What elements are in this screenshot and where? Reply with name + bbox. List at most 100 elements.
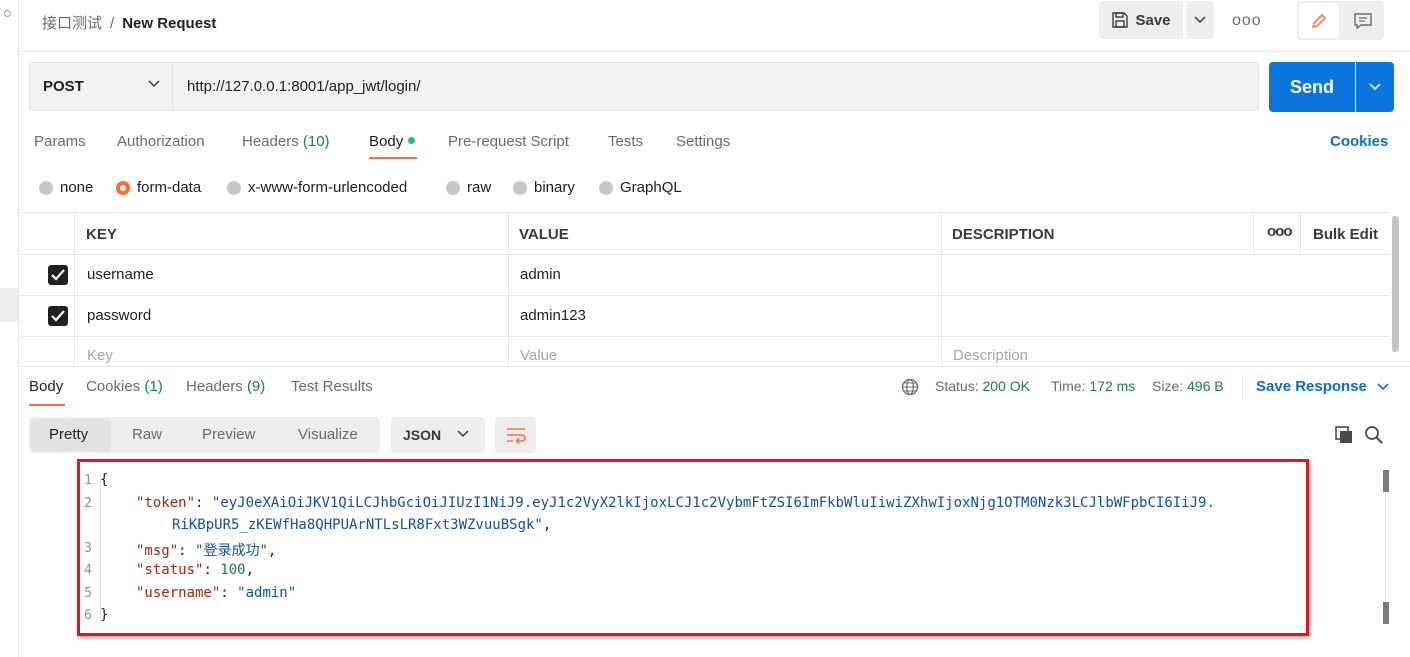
radio-form-data[interactable]: form-data <box>116 179 201 196</box>
radio-binary[interactable]: binary <box>513 179 575 196</box>
save-response-button[interactable]: Save Response <box>1256 378 1389 395</box>
time-value: 172 ms <box>1089 378 1136 394</box>
size-value: 496 B <box>1187 378 1224 394</box>
chevron-down-icon <box>1369 83 1381 91</box>
breadcrumb-collection[interactable]: 接口测试 <box>42 15 102 32</box>
bulk-edit-button[interactable]: Bulk Edit <box>1313 226 1378 243</box>
new-key-input[interactable]: Key <box>87 347 113 364</box>
radio-graphql[interactable]: GraphQL <box>599 179 682 196</box>
format-label: JSON <box>403 427 442 443</box>
table-more-button[interactable]: ooo <box>1267 223 1292 240</box>
response-tab-cookies-count: (1) <box>144 378 163 395</box>
new-description-input[interactable]: Description <box>953 347 1028 364</box>
cookies-link[interactable]: Cookies <box>1330 133 1388 150</box>
response-size[interactable]: Size: 496 B <box>1152 378 1224 394</box>
collapse-icon[interactable] <box>4 10 11 17</box>
status-divider <box>1242 375 1243 399</box>
view-raw-button[interactable]: Raw <box>132 426 162 443</box>
radio-circle <box>227 180 241 195</box>
params-scrollbar[interactable] <box>1392 216 1399 352</box>
save-dropdown-button[interactable] <box>1186 1 1214 39</box>
chevron-down-icon <box>457 430 469 438</box>
tab-authorization[interactable]: Authorization <box>117 133 205 150</box>
pencil-icon <box>1311 13 1327 28</box>
send-button[interactable]: Send <box>1269 62 1355 112</box>
tab-settings[interactable]: Settings <box>676 133 730 150</box>
response-tab-test-results[interactable]: Test Results <box>291 378 373 395</box>
row-divider <box>18 254 1390 255</box>
response-tab-headers-count: (9) <box>246 378 266 395</box>
status-label: Status: <box>935 378 979 394</box>
response-tab-cookies[interactable]: Cookies (1) <box>86 378 163 395</box>
response-tab-cookies-label: Cookies <box>86 378 141 395</box>
param-value[interactable]: admin123 <box>520 307 586 324</box>
send-dropdown-button[interactable] <box>1356 62 1394 112</box>
scrollbar-thumb-top <box>1383 470 1389 492</box>
tab-tests[interactable]: Tests <box>608 133 643 150</box>
highlight-annotation-box <box>77 459 1309 636</box>
tab-params[interactable]: Params <box>34 133 86 150</box>
method-label: POST <box>43 78 84 95</box>
save-button[interactable]: Save <box>1099 1 1183 39</box>
column-divider <box>508 213 509 366</box>
breadcrumb: 接口测试 / New Request <box>42 12 216 33</box>
url-input[interactable]: http://127.0.0.1:8001/app_jwt/login/ <box>173 62 1259 111</box>
sidebar-selected-item[interactable] <box>0 288 18 322</box>
radio-circle-selected <box>116 180 130 195</box>
response-tab-body[interactable]: Body <box>29 378 63 395</box>
chevron-down-icon <box>1377 383 1389 391</box>
param-key[interactable]: username <box>87 266 154 283</box>
wrap-lines-button[interactable] <box>495 417 536 453</box>
save-response-label: Save Response <box>1256 378 1367 395</box>
row-checkbox[interactable] <box>48 306 68 326</box>
active-tab-underline <box>29 404 65 406</box>
radio-none[interactable]: none <box>39 179 93 196</box>
view-pretty-button[interactable]: Pretty <box>49 426 88 443</box>
response-time[interactable]: Time: 172 ms <box>1051 378 1135 394</box>
globe-icon[interactable] <box>901 378 919 396</box>
edit-button[interactable] <box>1299 3 1339 38</box>
code-scrollbar[interactable] <box>1383 470 1389 624</box>
radio-label: binary <box>534 179 575 196</box>
tab-body-label: Body <box>369 133 404 150</box>
checkmark-icon <box>51 310 65 322</box>
new-value-input[interactable]: Value <box>520 347 557 364</box>
scrollbar-track <box>1385 470 1386 624</box>
param-key[interactable]: password <box>87 307 151 324</box>
request-title[interactable]: New Request <box>122 15 216 32</box>
tab-headers-label: Headers <box>242 133 299 150</box>
chevron-down-icon <box>1194 16 1206 24</box>
header-divider <box>18 51 1410 52</box>
response-status[interactable]: Status: 200 OK <box>935 378 1030 394</box>
row-checkbox[interactable] <box>48 265 68 285</box>
search-icon[interactable] <box>1364 425 1384 445</box>
tab-prerequest-script[interactable]: Pre-request Script <box>448 133 569 150</box>
radio-label: x-www-form-urlencoded <box>248 179 408 196</box>
save-label: Save <box>1135 11 1171 29</box>
radio-urlencoded[interactable]: x-www-form-urlencoded <box>227 179 407 196</box>
save-icon <box>1112 12 1129 28</box>
wrap-lines-icon <box>506 428 526 444</box>
tab-headers[interactable]: Headers (10) <box>242 133 330 150</box>
column-divider <box>74 213 75 366</box>
format-select[interactable]: JSON <box>391 417 485 453</box>
size-label: Size: <box>1152 378 1184 394</box>
view-visualize-button[interactable]: Visualize <box>298 426 358 443</box>
view-preview-button[interactable]: Preview <box>202 426 255 443</box>
method-select[interactable]: POST <box>29 62 173 111</box>
radio-raw[interactable]: raw <box>446 179 491 196</box>
left-sidebar-strip <box>0 0 19 657</box>
url-text: http://127.0.0.1:8001/app_jwt/login/ <box>187 78 421 95</box>
copy-icon[interactable] <box>1334 425 1354 445</box>
response-tab-headers-label: Headers <box>186 378 243 395</box>
table-top-border <box>18 212 1390 213</box>
comments-button[interactable] <box>1343 3 1383 38</box>
body-indicator-dot <box>408 137 416 144</box>
response-tab-headers[interactable]: Headers (9) <box>186 378 265 395</box>
active-tab-underline <box>369 157 417 159</box>
tab-body[interactable]: Body <box>369 133 416 150</box>
radio-label: none <box>60 179 94 196</box>
param-value[interactable]: admin <box>520 266 561 283</box>
checkmark-icon <box>51 269 65 281</box>
more-options-button[interactable]: ooo <box>1232 12 1262 30</box>
